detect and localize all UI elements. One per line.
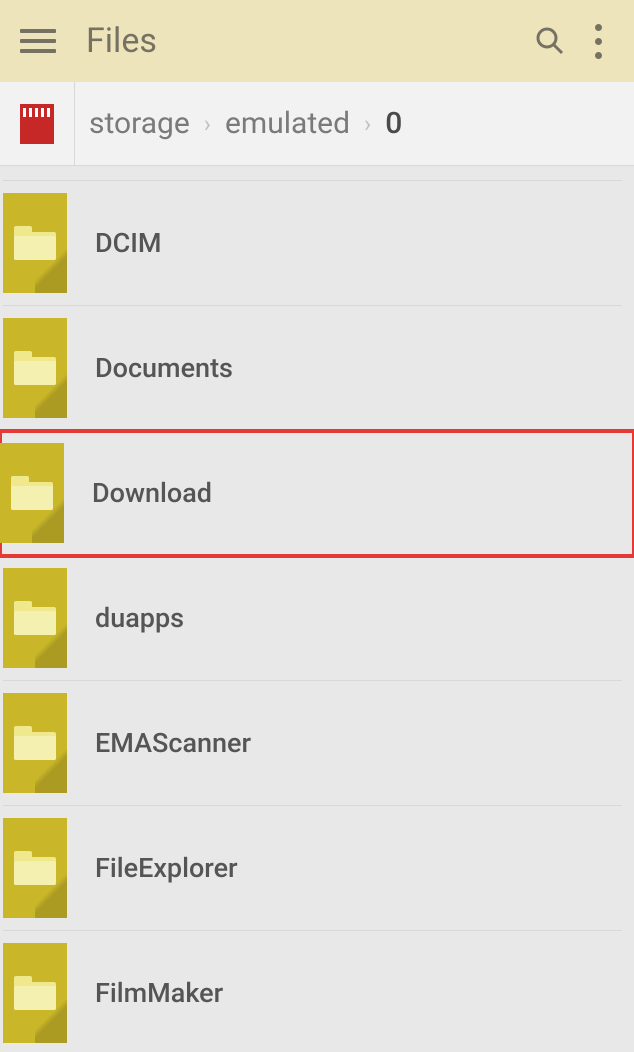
- list-item[interactable]: EMAScanner: [3, 681, 622, 806]
- chevron-right-icon: ›: [364, 110, 371, 138]
- sd-card-icon: [20, 104, 54, 144]
- folder-name: EMAScanner: [95, 727, 251, 759]
- list-item[interactable]: FilmMaker: [3, 931, 622, 1052]
- list-item[interactable]: duapps: [3, 556, 622, 681]
- folder-icon: [3, 193, 67, 293]
- folder-icon: [3, 943, 67, 1043]
- list-item[interactable]: Documents: [3, 306, 622, 431]
- list-item[interactable]: FileExplorer: [3, 806, 622, 931]
- chevron-right-icon: ›: [204, 110, 211, 138]
- breadcrumb-item-current[interactable]: 0: [371, 106, 416, 141]
- folder-icon: [3, 568, 67, 668]
- folder-name: Documents: [95, 352, 233, 384]
- breadcrumb-item-emulated[interactable]: emulated: [211, 106, 364, 141]
- folder-icon: [3, 818, 67, 918]
- folder-name: FilmMaker: [95, 977, 223, 1009]
- more-icon[interactable]: [574, 17, 622, 65]
- folder-icon: [0, 443, 64, 543]
- app-header: Files: [0, 0, 634, 82]
- folder-name: duapps: [95, 602, 184, 634]
- list-item[interactable]: Download: [0, 431, 634, 556]
- search-icon[interactable]: [526, 17, 574, 65]
- folder-icon: [3, 318, 67, 418]
- menu-icon[interactable]: [20, 23, 56, 59]
- file-list: DCIM Documents Download: [0, 166, 634, 1052]
- folder-name: FileExplorer: [95, 852, 238, 884]
- folder-icon: [3, 693, 67, 793]
- breadcrumb: storage › emulated › 0: [0, 82, 634, 166]
- list-item[interactable]: DCIM: [3, 181, 622, 306]
- storage-root-icon[interactable]: [0, 82, 75, 166]
- app-title: Files: [86, 21, 526, 61]
- breadcrumb-item-storage[interactable]: storage: [75, 106, 204, 141]
- list-item-partial[interactable]: [3, 166, 622, 181]
- folder-name: DCIM: [95, 227, 162, 259]
- folder-name: Download: [92, 477, 212, 509]
